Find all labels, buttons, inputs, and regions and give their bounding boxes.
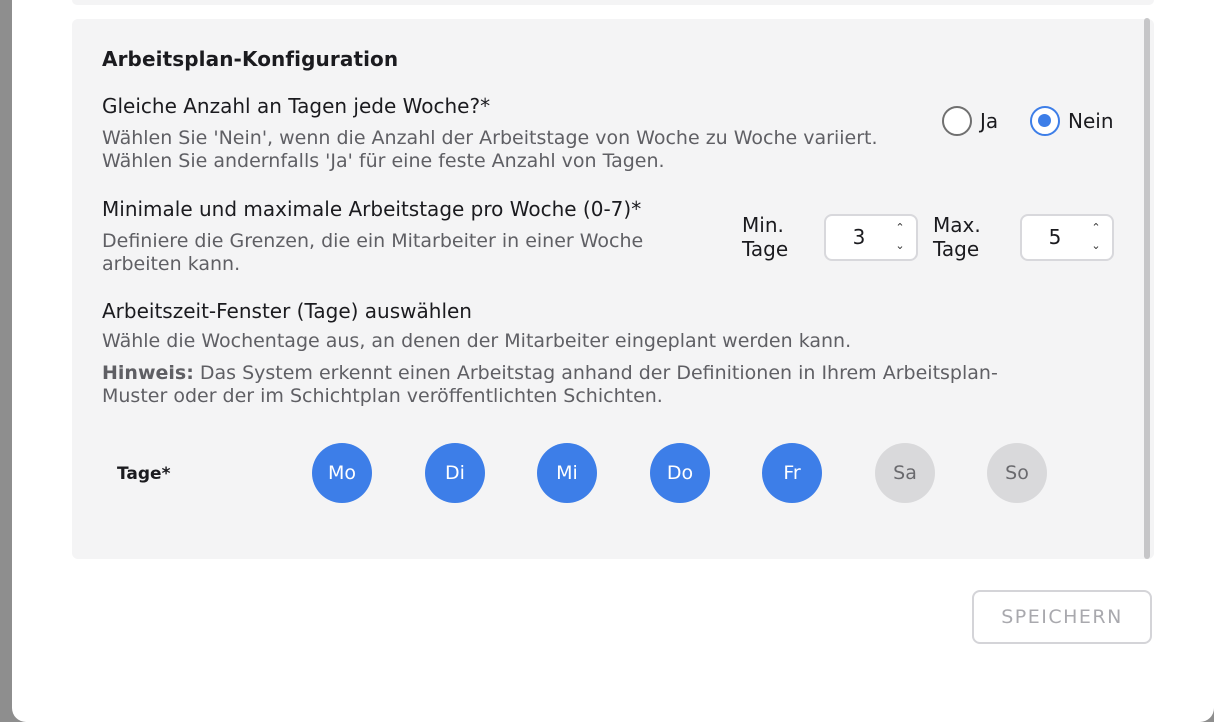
- day-tuesday[interactable]: Di: [425, 443, 485, 503]
- save-button[interactable]: SPEICHERN: [972, 590, 1152, 644]
- max-days-value[interactable]: 5: [1022, 216, 1088, 259]
- day-wednesday[interactable]: Mi: [537, 443, 597, 503]
- min-days-stepper[interactable]: 3 ⌃ ⌄: [824, 214, 918, 261]
- min-days-label: Min. Tage: [742, 213, 788, 261]
- modal-dialog: Arbeitsplan-Konfiguration Gleiche Anzahl…: [12, 0, 1214, 722]
- min-days-value[interactable]: 3: [826, 216, 892, 259]
- min-label-line2: Tage: [742, 237, 789, 261]
- increment-icon[interactable]: ⌃: [1091, 222, 1100, 234]
- max-days-label: Max. Tage: [933, 213, 981, 261]
- note-text: Das System erkennt einen Arbeitstag anha…: [102, 362, 998, 407]
- radio-ja[interactable]: Ja: [942, 106, 998, 136]
- max-days-stepper[interactable]: 5 ⌃ ⌄: [1020, 214, 1114, 261]
- window-note: Hinweis: Das System erkennt einen Arbeit…: [102, 362, 1062, 408]
- days-label: Tage*: [117, 464, 171, 484]
- min-label-line1: Min.: [742, 213, 784, 237]
- min-max-description: Definiere die Grenzen, die ein Mitarbeit…: [102, 230, 644, 275]
- decrement-icon[interactable]: ⌄: [895, 240, 904, 252]
- day-sunday[interactable]: So: [987, 443, 1047, 503]
- radio-ja-circle[interactable]: [942, 106, 972, 136]
- section-title: Arbeitsplan-Konfiguration: [102, 47, 399, 71]
- window-description: Wähle die Wochentage aus, an denen der M…: [102, 330, 852, 352]
- window-label: Arbeitszeit-Fenster (Tage) auswählen: [102, 299, 472, 323]
- radio-ja-label: Ja: [980, 109, 999, 133]
- scrollbar[interactable]: [1144, 18, 1150, 559]
- day-monday[interactable]: Mo: [312, 443, 372, 503]
- day-saturday[interactable]: Sa: [875, 443, 935, 503]
- radio-nein-circle[interactable]: [1030, 106, 1060, 136]
- day-thursday[interactable]: Do: [650, 443, 710, 503]
- note-bold: Hinweis:: [102, 362, 194, 384]
- min-max-label: Minimale und maximale Arbeitstage pro Wo…: [102, 197, 642, 221]
- same-days-label: Gleiche Anzahl an Tagen jede Woche?*: [102, 94, 491, 118]
- radio-nein-label: Nein: [1068, 109, 1114, 133]
- radio-nein[interactable]: Nein: [1030, 106, 1114, 136]
- max-label-line2: Tage: [933, 237, 980, 261]
- max-label-line1: Max.: [933, 213, 981, 237]
- previous-section-card: [72, 0, 1154, 5]
- same-days-description: Wählen Sie 'Nein', wenn die Anzahl der A…: [102, 127, 878, 172]
- increment-icon[interactable]: ⌃: [895, 222, 904, 234]
- decrement-icon[interactable]: ⌄: [1091, 240, 1100, 252]
- day-friday[interactable]: Fr: [762, 443, 822, 503]
